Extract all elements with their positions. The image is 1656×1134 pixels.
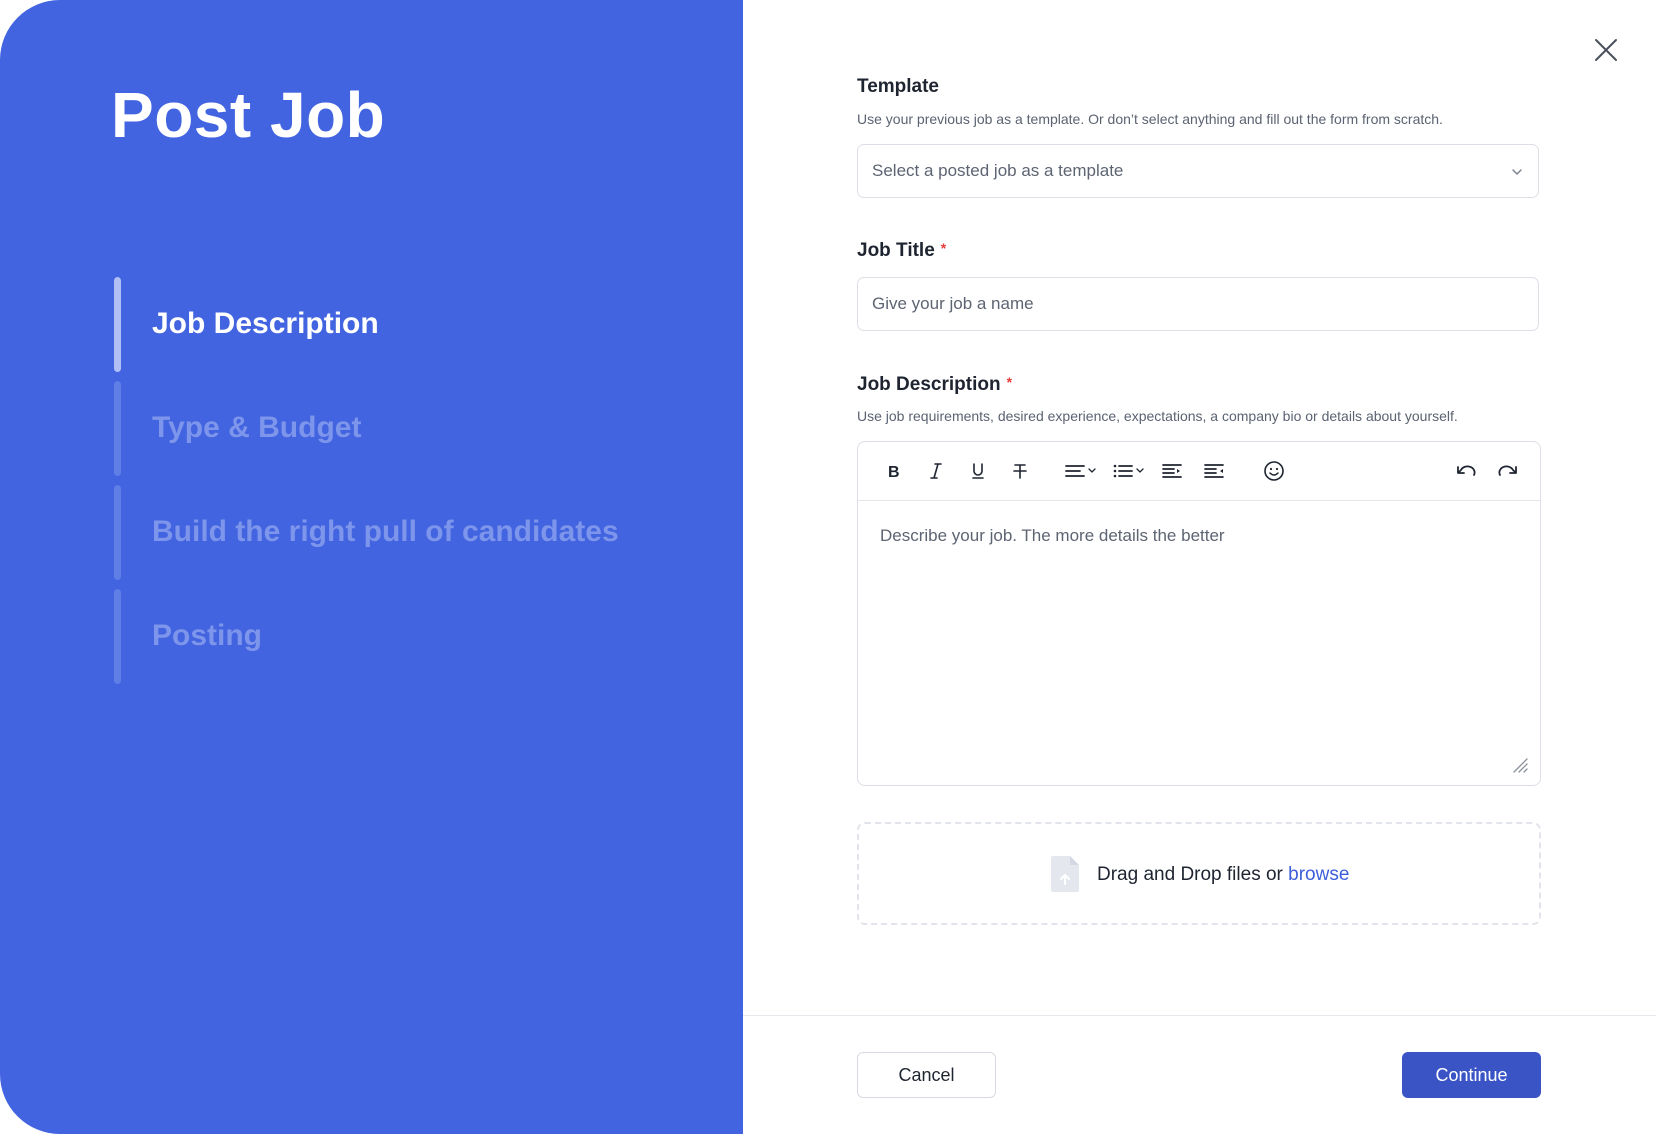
resize-handle-icon[interactable] [1512, 757, 1528, 773]
emoji-icon[interactable] [1262, 459, 1286, 483]
close-icon[interactable] [1590, 34, 1622, 66]
job-description-hint: Use job requirements, desired experience… [857, 408, 1458, 424]
step-indicator [114, 277, 121, 372]
step-label: Type & Budget [152, 411, 362, 444]
template-select[interactable]: Select a posted job as a template [857, 144, 1539, 198]
template-label: Template [857, 76, 940, 97]
file-dropzone[interactable]: Drag and Drop files or browse [857, 822, 1541, 925]
page-title: Post Job [111, 79, 386, 151]
browse-link[interactable]: browse [1288, 864, 1349, 885]
editor-placeholder: Describe your job. The more details the … [880, 526, 1225, 545]
italic-icon[interactable] [924, 459, 948, 483]
required-mark: * [940, 240, 947, 256]
list-icon[interactable] [1112, 459, 1146, 483]
job-description-label: Job Description * [857, 374, 1013, 395]
align-icon[interactable] [1064, 459, 1098, 483]
step-indicator [114, 381, 121, 476]
job-description-editor[interactable]: B Describe your job. The more details th… [857, 441, 1541, 786]
job-title-label: Job Title * [857, 240, 947, 261]
step-indicator [114, 485, 121, 580]
template-select-value: Select a posted job as a template [872, 161, 1124, 180]
left-panel: Post Job Job Description Type & Budget B… [0, 0, 743, 1134]
chevron-down-icon [1512, 169, 1522, 176]
dropzone-text: Drag and Drop files or browse [1097, 864, 1350, 885]
step-label: Build the right pull of candidates [152, 515, 619, 548]
svg-text:B: B [888, 464, 900, 480]
job-title-input[interactable]: Give your job a name [857, 277, 1539, 331]
undo-icon[interactable] [1454, 459, 1478, 483]
footer-divider [743, 1015, 1656, 1016]
underline-icon[interactable] [966, 459, 990, 483]
template-hint: Use your previous job as a template. Or … [857, 111, 1443, 127]
outdent-icon[interactable] [1202, 459, 1226, 483]
required-mark: * [1006, 374, 1013, 390]
step-label: Posting [152, 619, 262, 652]
editor-toolbar: B [858, 442, 1540, 501]
continue-button[interactable]: Continue [1402, 1052, 1541, 1098]
job-title-placeholder: Give your job a name [872, 294, 1034, 313]
step-indicator [114, 589, 121, 684]
cancel-button[interactable]: Cancel [857, 1052, 996, 1098]
step-label: Job Description [152, 307, 379, 340]
indent-icon[interactable] [1160, 459, 1184, 483]
bold-icon[interactable]: B [882, 459, 906, 483]
file-upload-icon [1051, 856, 1079, 892]
strikethrough-icon[interactable] [1008, 459, 1032, 483]
redo-icon[interactable] [1496, 459, 1520, 483]
